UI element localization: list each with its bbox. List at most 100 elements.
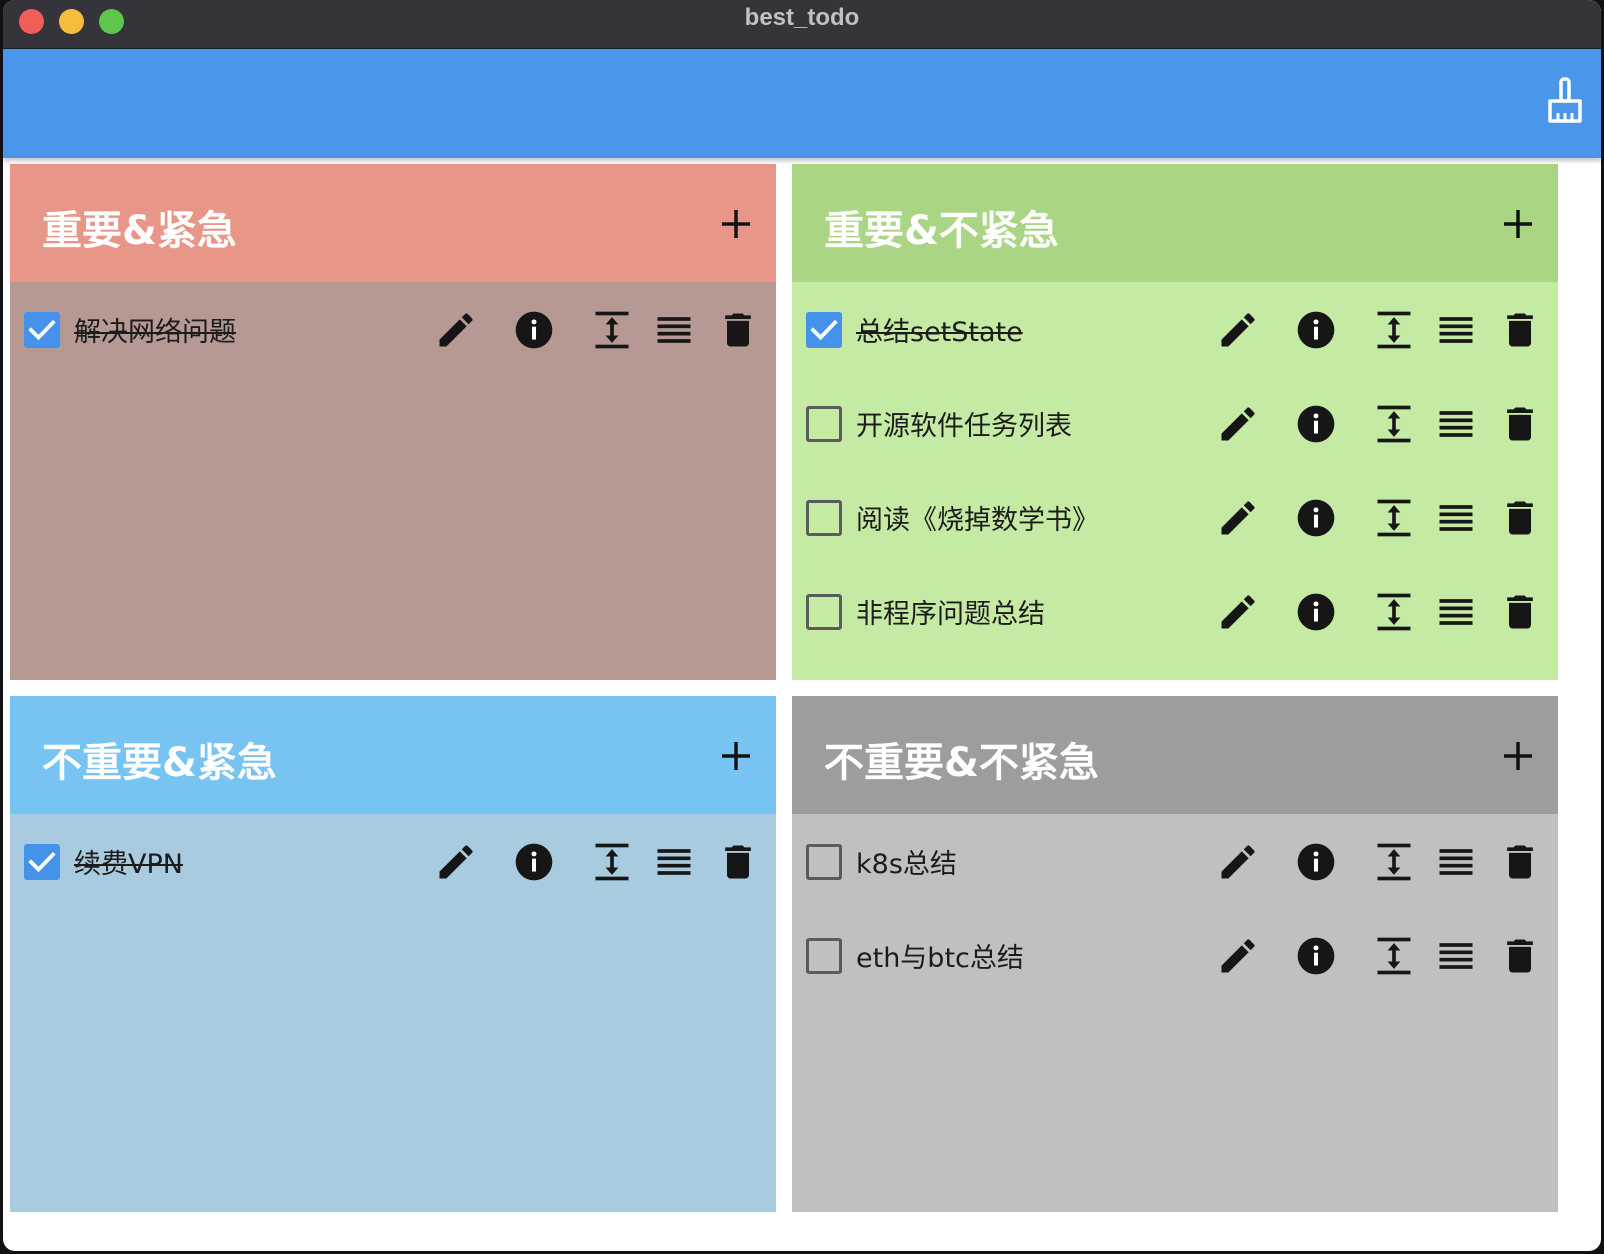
task-row: eth与btc总结 bbox=[792, 908, 1558, 1004]
delete-task-button[interactable] bbox=[1498, 496, 1542, 540]
pencil-icon bbox=[1221, 845, 1255, 879]
move-task-button[interactable] bbox=[1372, 496, 1416, 540]
edit-task-button[interactable] bbox=[1216, 496, 1260, 540]
task-list: 解决网络问题 bbox=[10, 282, 776, 680]
task-info-button[interactable] bbox=[1294, 496, 1338, 540]
task-label: 非程序问题总结 bbox=[856, 599, 1045, 630]
quadrant-header: 不重要&不紧急 bbox=[792, 696, 1558, 814]
task-info-button[interactable] bbox=[1294, 934, 1338, 978]
quadrant-title: 不重要&不紧急 bbox=[824, 740, 1099, 786]
task-checkbox[interactable] bbox=[806, 500, 842, 536]
task-detail-button[interactable] bbox=[1434, 840, 1478, 884]
edit-task-button[interactable] bbox=[1216, 308, 1260, 352]
edit-task-button[interactable] bbox=[434, 308, 478, 352]
move-task-button[interactable] bbox=[1372, 590, 1416, 634]
task-detail-button[interactable] bbox=[1434, 934, 1478, 978]
trash-icon bbox=[725, 845, 751, 879]
task-detail-button[interactable] bbox=[1434, 402, 1478, 446]
task-label: 开源软件任务列表 bbox=[856, 411, 1072, 442]
task-label: 阅读《烧掉数学书》 bbox=[856, 505, 1099, 536]
task-checkbox[interactable] bbox=[806, 938, 842, 974]
task-detail-button[interactable] bbox=[1434, 308, 1478, 352]
task-list: 总结setState 开源软件任务列表 阅读《烧掉数学书》 非程序问题总结 bbox=[792, 282, 1558, 680]
add-task-button[interactable] bbox=[716, 204, 756, 244]
add-task-button[interactable] bbox=[1498, 204, 1538, 244]
task-info-button[interactable] bbox=[512, 308, 556, 352]
checkmark-icon bbox=[810, 319, 838, 341]
task-checkbox[interactable] bbox=[806, 406, 842, 442]
task-checkbox[interactable] bbox=[806, 594, 842, 630]
clear-completed-button[interactable] bbox=[1545, 77, 1585, 125]
move-task-button[interactable] bbox=[1372, 308, 1416, 352]
info-icon bbox=[1297, 937, 1335, 975]
delete-task-button[interactable] bbox=[1498, 840, 1542, 884]
task-info-button[interactable] bbox=[1294, 308, 1338, 352]
info-icon bbox=[1297, 843, 1335, 881]
quadrant-2: 重要&不紧急总结setState 开源软件任务列表 阅读《烧掉数学书》 非程序问题总结 bbox=[792, 164, 1558, 680]
trash-icon bbox=[1507, 501, 1533, 535]
move-task-button[interactable] bbox=[1372, 402, 1416, 446]
move-task-button[interactable] bbox=[590, 840, 634, 884]
trash-icon bbox=[1507, 845, 1533, 879]
task-info-button[interactable] bbox=[512, 840, 556, 884]
add-task-button[interactable] bbox=[1498, 736, 1538, 776]
list-lines-icon bbox=[1439, 849, 1473, 875]
move-task-button[interactable] bbox=[1372, 840, 1416, 884]
title-bar: best_todo bbox=[3, 0, 1601, 49]
delete-task-button[interactable] bbox=[1498, 308, 1542, 352]
edit-task-button[interactable] bbox=[434, 840, 478, 884]
task-checkbox-checked[interactable] bbox=[806, 312, 842, 348]
task-list: 续费VPN bbox=[10, 814, 776, 1212]
pencil-icon bbox=[439, 845, 473, 879]
move-task-button[interactable] bbox=[590, 308, 634, 352]
task-row: 非程序问题总结 bbox=[792, 564, 1558, 660]
task-info-button[interactable] bbox=[1294, 590, 1338, 634]
pencil-icon bbox=[1221, 501, 1255, 535]
delete-task-button[interactable] bbox=[1498, 590, 1542, 634]
edit-task-button[interactable] bbox=[1216, 840, 1260, 884]
list-lines-icon bbox=[1439, 505, 1473, 531]
info-icon bbox=[1297, 311, 1335, 349]
quadrant-title: 重要&不紧急 bbox=[824, 208, 1059, 254]
vertical-align-icon bbox=[1377, 499, 1411, 537]
add-task-button[interactable] bbox=[716, 736, 756, 776]
trash-icon bbox=[1507, 595, 1533, 629]
task-row: 阅读《烧掉数学书》 bbox=[792, 470, 1558, 566]
task-detail-button[interactable] bbox=[1434, 590, 1478, 634]
trash-icon bbox=[1507, 939, 1533, 973]
delete-task-button[interactable] bbox=[1498, 402, 1542, 446]
edit-task-button[interactable] bbox=[1216, 402, 1260, 446]
task-label: 解决网络问题 bbox=[74, 317, 236, 348]
quadrant-title: 不重要&紧急 bbox=[42, 740, 277, 786]
move-task-button[interactable] bbox=[1372, 934, 1416, 978]
task-info-button[interactable] bbox=[1294, 840, 1338, 884]
delete-task-button[interactable] bbox=[1498, 934, 1542, 978]
delete-task-button[interactable] bbox=[716, 308, 760, 352]
pencil-icon bbox=[1221, 313, 1255, 347]
vertical-align-icon bbox=[1377, 937, 1411, 975]
edit-task-button[interactable] bbox=[1216, 934, 1260, 978]
list-lines-icon bbox=[1439, 943, 1473, 969]
task-checkbox[interactable] bbox=[806, 844, 842, 880]
vertical-align-icon bbox=[595, 311, 629, 349]
info-icon bbox=[1297, 499, 1335, 537]
task-checkbox-checked[interactable] bbox=[24, 844, 60, 880]
task-detail-button[interactable] bbox=[1434, 496, 1478, 540]
quadrant-1: 重要&紧急 解决网络问题 bbox=[10, 164, 776, 680]
checkmark-icon bbox=[28, 851, 56, 873]
list-lines-icon bbox=[1439, 317, 1473, 343]
delete-task-button[interactable] bbox=[716, 840, 760, 884]
task-row: 总结setState bbox=[792, 282, 1558, 378]
quadrant-4: 不重要&不紧急 k8s总结 eth与btc总结 bbox=[792, 696, 1558, 1212]
task-detail-button[interactable] bbox=[652, 840, 696, 884]
vertical-align-icon bbox=[1377, 311, 1411, 349]
task-checkbox-checked[interactable] bbox=[24, 312, 60, 348]
task-row: 续费VPN bbox=[10, 814, 776, 910]
quadrant-3: 不重要&紧急续费VPN bbox=[10, 696, 776, 1212]
edit-task-button[interactable] bbox=[1216, 590, 1260, 634]
plus-icon bbox=[722, 210, 750, 238]
task-list: k8s总结 eth与btc总结 bbox=[792, 814, 1558, 1212]
list-lines-icon bbox=[657, 849, 691, 875]
task-detail-button[interactable] bbox=[652, 308, 696, 352]
task-info-button[interactable] bbox=[1294, 402, 1338, 446]
